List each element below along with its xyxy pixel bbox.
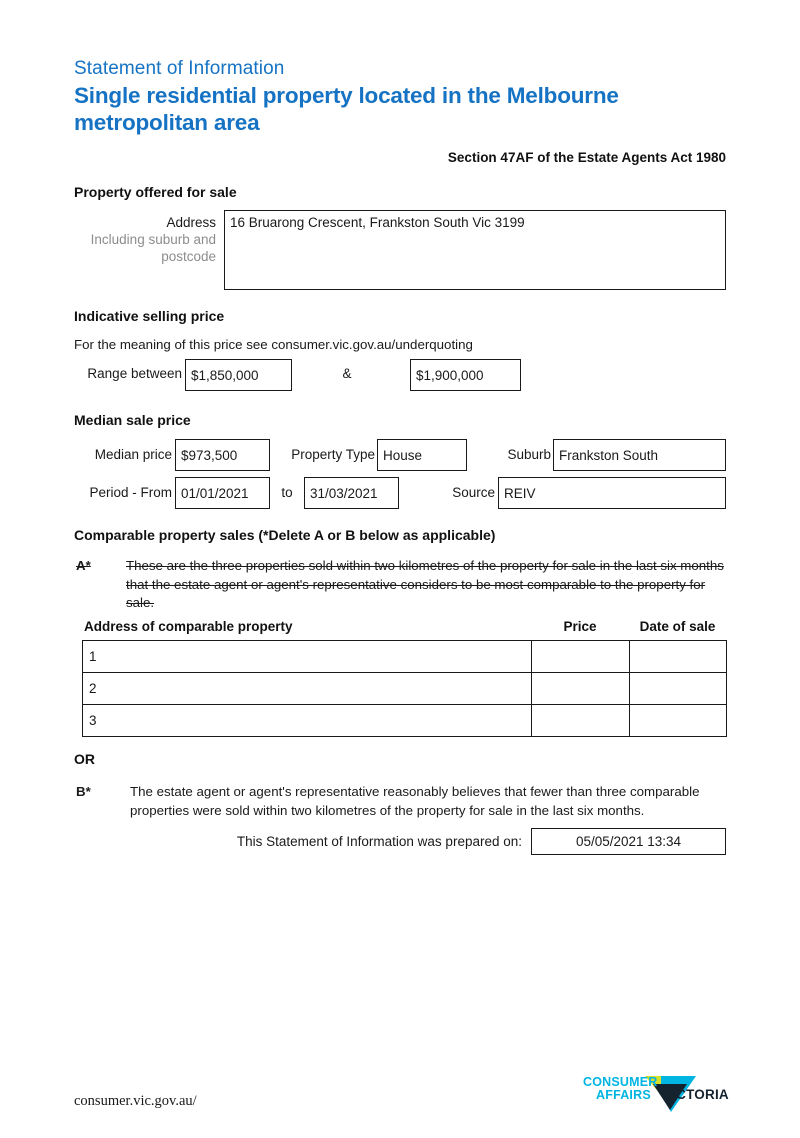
statement-of-information-page: Statement of Information Single resident… [0, 0, 800, 1138]
cell-price[interactable] [531, 672, 630, 705]
source-field[interactable]: REIV [498, 477, 726, 509]
section-heading-property-offered: Property offered for sale [74, 184, 237, 200]
document-eyebrow: Statement of Information [74, 58, 285, 79]
property-type-label: Property Type [291, 447, 375, 462]
property-type-field[interactable]: House [377, 439, 467, 471]
act-reference: Section 47AF of the Estate Agents Act 19… [447, 150, 726, 165]
svg-text:AFFAIRS: AFFAIRS [596, 1088, 651, 1102]
address-field[interactable]: 16 Bruarong Crescent, Frankston South Vi… [224, 210, 726, 290]
underquoting-note: For the meaning of this price see consum… [74, 337, 473, 352]
price-range-high-field[interactable]: $1,900,000 [410, 359, 521, 391]
option-a-text: These are the three properties sold with… [126, 558, 724, 610]
or-label: OR [74, 751, 95, 767]
suburb-label: Suburb [507, 447, 551, 462]
period-to-label: to [281, 485, 293, 500]
address-sublabel-line2: postcode [161, 249, 216, 264]
comparable-sales-table: 1 2 3 [82, 640, 727, 737]
section-heading-indicative-price: Indicative selling price [74, 308, 225, 324]
cav-logo-icon: CONSUMER AFFAIRS VICTORIA [583, 1075, 729, 1112]
section-heading-median-price: Median sale price [74, 412, 191, 428]
cell-address[interactable]: 1 [82, 640, 532, 673]
column-header-address: Address of comparable property [84, 619, 293, 634]
median-price-label: Median price [94, 447, 172, 462]
section-heading-comparable-sales: Comparable property sales (*Delete A or … [74, 527, 496, 543]
cell-date-of-sale[interactable] [629, 640, 727, 673]
option-b-text: The estate agent or agent's representati… [130, 784, 700, 818]
cell-address[interactable]: 2 [82, 672, 532, 705]
range-between-label: Range between [87, 366, 182, 381]
column-header-price: Price [563, 619, 597, 634]
period-to-field[interactable]: 31/03/2021 [304, 477, 399, 509]
address-sublabel-line1: Including suburb and [90, 232, 216, 247]
period-from-field[interactable]: 01/01/2021 [175, 477, 270, 509]
page-title: Single residential property located in t… [74, 83, 619, 135]
cell-price[interactable] [531, 640, 630, 673]
cell-price[interactable] [531, 704, 630, 737]
suburb-field[interactable]: Frankston South [553, 439, 726, 471]
consumer-affairs-victoria-logo: CONSUMER AFFAIRS VICTORIA [583, 1072, 731, 1112]
prepared-on-field[interactable]: 05/05/2021 13:34 [531, 828, 726, 855]
cell-address[interactable]: 3 [82, 704, 532, 737]
footer-url: consumer.vic.gov.au/ [74, 1093, 197, 1109]
cell-date-of-sale[interactable] [629, 672, 727, 705]
column-header-date-of-sale: Date of sale [639, 619, 716, 634]
address-label: Address [166, 215, 216, 230]
table-row[interactable]: 3 [82, 704, 727, 737]
range-ampersand: & [342, 366, 352, 381]
svg-text:CONSUMER: CONSUMER [583, 1075, 658, 1089]
source-label: Source [452, 485, 495, 500]
price-range-low-field[interactable]: $1,850,000 [185, 359, 292, 391]
option-a-marker: A* [76, 558, 91, 573]
option-b-marker: B* [76, 784, 91, 799]
table-row[interactable]: 2 [82, 672, 727, 705]
median-price-field[interactable]: $973,500 [175, 439, 270, 471]
period-from-label: Period - From [89, 485, 172, 500]
prepared-on-label: This Statement of Information was prepar… [236, 834, 522, 849]
svg-text:VICTORIA: VICTORIA [663, 1087, 729, 1102]
cell-date-of-sale[interactable] [629, 704, 727, 737]
table-row[interactable]: 1 [82, 640, 727, 673]
